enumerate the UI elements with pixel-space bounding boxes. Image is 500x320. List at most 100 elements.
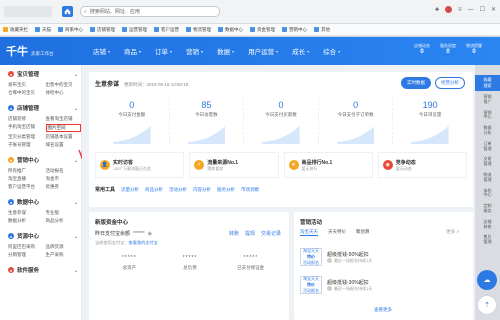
nav-2[interactable]: 订单 ▾ [148, 46, 179, 57]
right-bar-item[interactable]: 订单 管理 [484, 141, 492, 152]
tool-link[interactable]: 内容分析 [193, 187, 211, 193]
sidebar-link[interactable]: 分销管理 [8, 252, 44, 258]
right-bar-item[interactable]: 交易 管理 [484, 157, 492, 167]
nav-4[interactable]: 数据 ▾ [210, 46, 241, 57]
sidebar-link[interactable]: 查看淘宝店铺 [46, 116, 82, 122]
bookmark-item[interactable]: 收藏夹栏 [3, 27, 28, 33]
header-stat[interactable]: 店铺动态 0 [414, 43, 430, 55]
right-bar-item[interactable]: 售后 管理 [484, 235, 492, 245]
sidebar-link[interactable]: 体检中心 [46, 90, 82, 96]
sidebar-link[interactable]: 淘金币 [46, 176, 82, 182]
sidebar-section-title[interactable]: ● 店铺管理 ▴ [8, 104, 81, 112]
right-bar-item[interactable]: 体检 中心 [484, 188, 492, 199]
logo[interactable]: 千牛 卖家工作台 [0, 43, 80, 59]
notice-item[interactable]: 👤 实时访客 1307 万客流量正在此 [95, 152, 185, 178]
tab-analysis[interactable]: 经营分析 [435, 77, 465, 89]
nav-6[interactable]: 成长 ▾ [285, 46, 316, 57]
right-bar-item[interactable]: 定制 服务 [484, 203, 492, 214]
sidebar-link[interactable]: 手机淘宝店铺 [8, 124, 44, 132]
collect-search-button[interactable]: 收藏 搜索 [475, 75, 500, 91]
bookmark-item[interactable]: 天猫 [35, 27, 51, 33]
minimize-icon[interactable]: — [468, 7, 474, 13]
bookmark-item[interactable]: 运营管理 [122, 27, 147, 33]
promo-item[interactable]: 淘宝天天 特价 活动报名 超级抵钱-30%起扣 最近一场报名持续1天 [300, 274, 465, 296]
sidebar-link[interactable]: 域名设置 [46, 142, 82, 148]
header-stat[interactable]: 物流提醒 0 [466, 43, 482, 55]
bookmark-item[interactable]: 客户运营 [154, 27, 179, 33]
close-icon[interactable]: ✕ [491, 6, 496, 13]
bookmark-item[interactable]: 其他 [314, 27, 330, 33]
sidebar-link[interactable]: 优惠券 [46, 184, 82, 190]
bookmark-item[interactable]: 物流管理 [186, 27, 211, 33]
notice-item[interactable]: ⚡ 流量来源No.1 猜你喜欢 [189, 152, 279, 178]
shirt-icon[interactable]: ♣ [435, 7, 439, 13]
scroll-top-icon[interactable]: ⇡ [477, 295, 497, 315]
check-more-link[interactable]: 查看更多 [374, 307, 392, 313]
alipay-link[interactable]: 查看我的支付宝 [129, 240, 158, 245]
nav-3[interactable]: 营销 ▾ [179, 46, 210, 57]
chat-icon[interactable]: ☁ [477, 270, 497, 290]
tab-tiantian[interactable]: 天天特价 [328, 229, 346, 236]
sidebar-link[interactable]: 淘宝直播 [8, 176, 44, 182]
bookmark-item[interactable]: 数据中心 [218, 27, 243, 33]
maximize-icon[interactable]: ☐ [480, 6, 485, 13]
nav-7[interactable]: 综合 ▾ [316, 46, 347, 57]
sidebar-link[interactable]: 图片空间 [45, 124, 81, 132]
sidebar-link[interactable]: 阿里巴巴采购 [8, 244, 44, 250]
tab-juhuasuan[interactable]: 聚划算 [356, 229, 370, 236]
sidebar-link[interactable]: 生意参谋 [8, 210, 44, 216]
sidebar-section-title[interactable]: ● 营销中心 ▴ [8, 156, 81, 164]
sidebar-link[interactable]: 专业版 [46, 210, 82, 216]
tool-link[interactable]: 市场洞察 [241, 187, 259, 193]
tool-link[interactable]: 商品分析 [145, 187, 163, 193]
sidebar-link[interactable]: 仓库中的宝贝 [8, 90, 44, 96]
withdraw-link[interactable]: 提现 [245, 230, 255, 237]
right-bar-item[interactable]: 店铺 装修 [484, 219, 492, 230]
nav-0[interactable]: 店铺 ▾ [86, 46, 117, 57]
notice-item[interactable]: ★ 商品排行No.1 暂无排行 [283, 152, 373, 178]
right-bar-item[interactable]: 数据 分析 [484, 125, 492, 136]
sidebar-link[interactable]: 所有推广 [8, 168, 44, 174]
tool-link[interactable]: 流量分析 [121, 187, 139, 193]
eye-icon[interactable]: ◉ [148, 231, 152, 237]
sidebar-section-title[interactable]: ● 数据中心 ▴ [8, 198, 81, 206]
records-link[interactable]: 交易记录 [261, 230, 281, 237]
sidebar-link[interactable]: 宝贝分类管理 [8, 134, 44, 140]
sidebar-link[interactable]: 子账号管理 [8, 142, 44, 148]
nav-1[interactable]: 商品 ▾ [117, 46, 148, 57]
transfer-link[interactable]: 转账 [229, 230, 239, 237]
sidebar-link[interactable]: 店铺装修 [8, 116, 44, 122]
sidebar-link[interactable]: 店铺基本设置 [46, 134, 82, 140]
tab-tttj[interactable]: 淘宝天天 [300, 229, 318, 236]
notification-badge[interactable]: 1 [445, 6, 453, 13]
promo-item[interactable]: 淘宝天天 特价 活动报名 超级抵钱-50%起扣 最近一场报名持续1天 [300, 246, 465, 268]
bookmark-item[interactable]: 商家中心 [58, 27, 83, 33]
right-bar-item[interactable]: 营销 中心 [484, 110, 492, 121]
sidebar-link[interactable]: 出售中的宝贝 [46, 82, 82, 88]
bookmark-item[interactable]: 资金管理 [250, 27, 275, 33]
sidebar-section-title[interactable]: ● 宝贝管理 ▴ [8, 70, 81, 78]
sidebar-link[interactable]: 数据分析 [8, 218, 44, 224]
more-link[interactable]: 更多 > [446, 229, 459, 235]
tool-link[interactable]: 活动分析 [169, 187, 187, 193]
sidebar-section-title[interactable]: ● 货源中心 ▴ [8, 232, 81, 240]
sidebar-link[interactable]: 客户运营平台 [8, 184, 44, 190]
right-bar-item[interactable]: 物流 管理 [484, 172, 492, 183]
tab-realtime[interactable]: 实时数据 [401, 77, 431, 89]
home-button[interactable] [62, 6, 73, 17]
sidebar-link[interactable]: 品牌货源 [46, 244, 82, 250]
tool-link[interactable]: 服务分析 [217, 187, 235, 193]
right-bar-item[interactable]: 营销 推广 [484, 94, 492, 105]
sidebar-link[interactable]: 活动报名 [46, 168, 82, 174]
bookmark-item[interactable]: 营销中心 [282, 27, 307, 33]
sidebar-link[interactable]: 商品分析 [46, 218, 82, 224]
sidebar-link[interactable]: 生产采购 [46, 252, 82, 258]
header-stat[interactable]: 服务进度 0 [440, 43, 456, 55]
notice-item[interactable]: ◉ 竞争动态 暂无动态 [377, 152, 467, 178]
sidebar-link[interactable]: 发布宝贝 [8, 82, 44, 88]
address-bar[interactable]: ⌕ 搜索网站、网址、应用 [80, 6, 220, 17]
nav-5[interactable]: 用户运营 ▾ [241, 46, 285, 57]
sidebar-section-title[interactable]: ● 软件服务 ▴ [8, 266, 81, 274]
menu-icon[interactable]: ≡ [458, 7, 462, 13]
bookmark-item[interactable]: 店铺管理 [90, 27, 115, 33]
